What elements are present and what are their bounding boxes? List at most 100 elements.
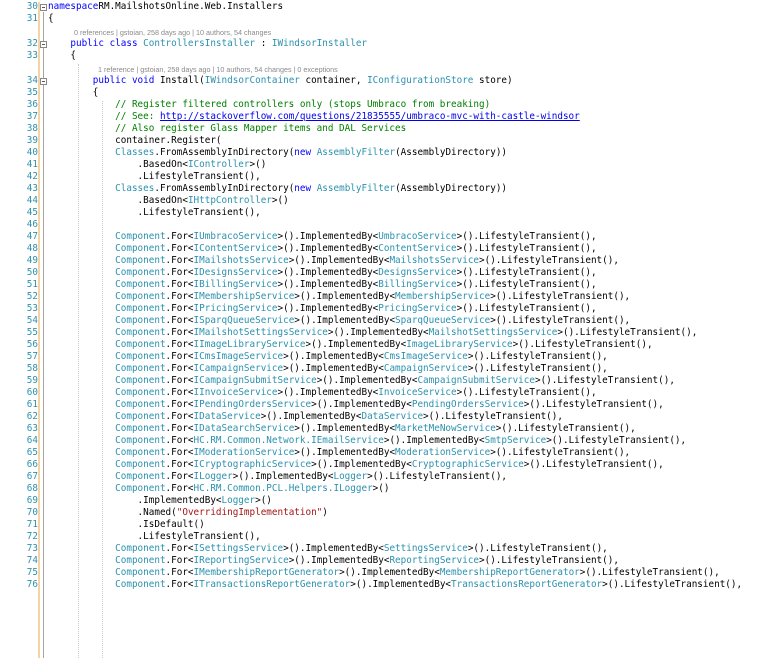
code-line[interactable]: Component.For<IDesignsService>().Impleme… — [48, 267, 597, 279]
code-line[interactable]: Component.For<ISparqQueueService>().Impl… — [48, 315, 630, 327]
code-line[interactable]: Component.For<IUmbracoService>().Impleme… — [48, 231, 596, 243]
code-token: .ImplementedBy< — [48, 495, 222, 506]
code-line[interactable]: Component.For<HC.RM.Common.Network.IEmai… — [48, 435, 686, 447]
code-token: >().LifestyleTransient(), — [495, 423, 636, 434]
code-token: .For< — [165, 423, 194, 434]
code-token: // Register filtered controllers only (s… — [115, 99, 491, 110]
code-token: (AssemblyDirectory)) — [395, 147, 508, 158]
code-line[interactable]: // Also register Glass Mapper items and … — [48, 123, 406, 135]
code-line[interactable]: { — [48, 13, 54, 25]
code-token: IMailshotSettingsService — [193, 327, 328, 338]
code-line[interactable]: .LifestyleTransient(), — [48, 531, 261, 543]
code-line[interactable]: Component.For<IPendingOrdersService>().I… — [48, 399, 664, 411]
code-token: AssemblyFilter — [316, 147, 396, 158]
code-line[interactable]: public void Install(IWindsorContainer co… — [48, 75, 513, 87]
code-line[interactable]: .LifestyleTransient(), — [48, 171, 261, 183]
code-token: InvoiceService — [378, 387, 457, 398]
code-editor[interactable]: 0 references | gstoian, 258 days ago | 1… — [0, 0, 760, 658]
code-line[interactable]: // See: http://stackoverflow.com/questio… — [48, 111, 580, 123]
code-line[interactable]: Component.For<IReportingService>().Imple… — [48, 555, 619, 567]
code-token: HC.RM.Common.Network. — [193, 435, 312, 446]
codelens-method[interactable]: 1 reference | gstoian, 258 days ago | 10… — [98, 65, 338, 75]
code-line[interactable]: Component.For<IDataService>().Implemente… — [48, 411, 563, 423]
code-token: IWindsorContainer — [204, 75, 300, 86]
line-number: 65 — [26, 447, 38, 458]
code-line[interactable]: // Register filtered controllers only (s… — [48, 99, 490, 111]
code-token: >().ImplementedBy< — [311, 459, 412, 470]
code-line[interactable]: namespaceRM.MailshotsOnline.Web.Installe… — [48, 1, 283, 13]
code-token: Component — [115, 543, 166, 554]
code-token: container, — [299, 75, 368, 86]
code-token: HC.RM.Common.PCL.Helpers. — [193, 483, 334, 494]
fold-toggle-method-icon[interactable] — [40, 78, 47, 85]
line-number: 69 — [26, 495, 38, 506]
code-token: .For< — [165, 255, 194, 266]
code-line[interactable]: Classes.FromAssemblyInDirectory(new Asse… — [48, 183, 507, 195]
code-line[interactable]: Component.For<HC.RM.Common.PCL.Helpers.I… — [48, 483, 389, 495]
code-token: >().ImplementedBy< — [294, 315, 396, 326]
code-line[interactable]: Component.For<IMembershipService>().Impl… — [48, 291, 630, 303]
code-line[interactable]: Component.For<ITransactionsReportGenerat… — [48, 579, 742, 591]
code-line[interactable]: Component.For<IContentService>().Impleme… — [48, 243, 596, 255]
code-token: >().ImplementedBy< — [277, 279, 379, 290]
code-line[interactable]: { — [48, 50, 76, 62]
code-token: >().LifestyleTransient(), — [523, 459, 664, 470]
line-number: 44 — [26, 195, 38, 206]
code-line[interactable]: Classes.FromAssemblyInDirectory(new Asse… — [48, 147, 507, 159]
code-token: >().LifestyleTransient(), — [479, 255, 619, 266]
code-line[interactable]: Component.For<IInvoiceService>().Impleme… — [48, 387, 596, 399]
code-token: Logger — [333, 471, 368, 482]
code-line[interactable]: Component.For<ICampaignSubmitService>().… — [48, 375, 675, 387]
code-line[interactable]: public class ControllersInstaller : IWin… — [48, 38, 367, 50]
code-line[interactable]: Component.For<IMailshotsService>().Imple… — [48, 255, 619, 267]
code-line[interactable]: Component.For<IModerationService>().Impl… — [48, 447, 630, 459]
code-line[interactable]: { — [48, 87, 99, 99]
code-line[interactable]: Component.For<ICampaignService>().Implem… — [48, 363, 608, 375]
code-line[interactable]: .BasedOn<IController>() — [48, 159, 267, 171]
code-token: >().LifestyleTransient(), — [546, 435, 687, 446]
code-token: >().ImplementedBy< — [277, 387, 379, 398]
code-token: .LifestyleTransient(), — [48, 531, 261, 542]
line-number: 43 — [26, 183, 38, 194]
code-line[interactable]: .IsDefault() — [48, 519, 205, 531]
code-token: >().LifestyleTransient(), — [456, 279, 597, 290]
code-token: >().ImplementedBy< — [283, 351, 384, 362]
code-token: Component — [115, 231, 166, 242]
code-line[interactable]: .BasedOn<IHttpController>() — [48, 195, 289, 207]
code-token: ICmsImageService — [193, 351, 284, 362]
code-token: >().ImplementedBy< — [294, 291, 396, 302]
codelens-class[interactable]: 0 references | gstoian, 258 days ago | 1… — [74, 28, 271, 38]
code-line[interactable]: Component.For<IMembershipReportGenerator… — [48, 567, 720, 579]
code-token: .For< — [165, 375, 194, 386]
fold-toggle-class-icon[interactable] — [40, 41, 47, 48]
line-number: 59 — [26, 375, 38, 386]
code-token: DataService — [361, 411, 424, 422]
code-token: IDataService — [193, 411, 261, 422]
code-token: MembershipReportGenerator — [439, 567, 580, 578]
code-token[interactable]: http://stackoverflow.com/questions/21835… — [160, 111, 580, 122]
code-line[interactable]: Component.For<ISettingsService>().Implem… — [48, 543, 608, 555]
code-line[interactable]: container.Register( — [48, 135, 221, 147]
code-token: >().ImplementedBy< — [350, 579, 452, 590]
code-line[interactable]: Component.For<IBillingService>().Impleme… — [48, 279, 597, 291]
code-line[interactable]: Component.For<IPricingService>().Impleme… — [48, 303, 596, 315]
code-line[interactable]: Component.For<IDataSearchService>().Impl… — [48, 423, 636, 435]
code-token: ) — [322, 507, 328, 518]
code-line[interactable]: .ImplementedBy<Logger>() — [48, 495, 272, 507]
code-token: IPricingService — [193, 303, 278, 314]
code-line[interactable]: Component.For<IImageLibraryService>().Im… — [48, 339, 652, 351]
code-line[interactable]: .Named("OverridingImplementation") — [48, 507, 328, 519]
code-token: >() — [255, 495, 272, 506]
code-token: >().LifestyleTransient(), — [456, 267, 597, 278]
fold-toggle-namespace-icon[interactable] — [40, 4, 47, 11]
code-line[interactable]: Component.For<IMailshotSettingsService>(… — [48, 327, 697, 339]
code-line[interactable]: Component.For<ILogger>().ImplementedBy<L… — [48, 471, 507, 483]
code-line[interactable]: Component.For<ICmsImageService>().Implem… — [48, 351, 608, 363]
code-token: RM.MailshotsOnline.Web.Installers — [98, 1, 284, 12]
code-line[interactable]: .LifestyleTransient(), — [48, 207, 261, 219]
code-line[interactable]: Component.For<ICryptographicService>().I… — [48, 459, 664, 471]
